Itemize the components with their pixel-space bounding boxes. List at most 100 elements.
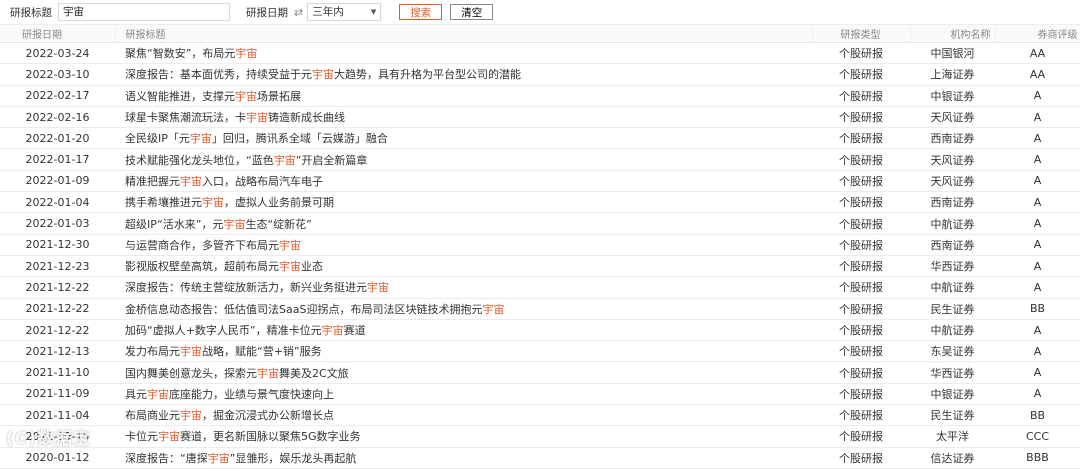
cell-title[interactable]: 深度报告：“唐探宇宙”显雏形，娱乐龙头再起航 xyxy=(115,447,812,469)
cell-org: 中航证券 xyxy=(910,276,995,299)
title-text: 业态 xyxy=(301,260,323,274)
table-row[interactable]: 2021-12-22 深度报告：传统主营绽放新活力，新兴业务挺进元宇宙 个股研报 中航… xyxy=(0,276,1080,299)
cell-title[interactable]: 卡位元宇宙赛道，更名新国脉以聚焦5G数字业务 xyxy=(115,425,812,448)
title-text: 布局商业元 xyxy=(125,409,180,423)
header-type[interactable]: 研报类型 xyxy=(811,25,910,43)
cell-type: 个股研报 xyxy=(812,170,910,193)
cell-rating: BB xyxy=(995,404,1080,427)
cell-org: 天风证券 xyxy=(910,106,995,129)
cell-title[interactable]: 具元宇宙底座能力，业绩与景气度快速向上 xyxy=(115,383,812,406)
table-row[interactable]: 2021-11-09 具元宇宙底座能力，业绩与景气度快速向上 个股研报 中银证券 A xyxy=(0,383,1080,406)
table-row[interactable]: 2021-11-10 国内舞美创意龙头，探索元宇宙舞美及2C文旅 个股研报 华西证券 A xyxy=(0,361,1080,384)
cell-title[interactable]: 球星卡聚焦潮流玩法，卡宇宙铸造新成长曲线 xyxy=(115,106,812,129)
title-highlight: 宇宙 xyxy=(202,196,224,210)
cell-type: 个股研报 xyxy=(812,255,910,278)
cell-org: 中航证券 xyxy=(910,319,995,342)
table-row[interactable]: 2022-02-17 语义智能推进，支撑元宇宙场景拓展 个股研报 中银证券 A xyxy=(0,85,1080,107)
title-text: 卡位元 xyxy=(125,430,158,444)
cell-title[interactable]: 精准把握元宇宙入口，战略布局汽车电子 xyxy=(115,170,812,193)
title-highlight: 宇宙 xyxy=(257,366,279,380)
cell-org: 信达证券 xyxy=(910,447,995,469)
table-row[interactable]: 2021-12-22 加码“虚拟人+数字人民币”，精准卡位元宇宙赛道 个股研报 中航证… xyxy=(0,319,1080,342)
clear-button[interactable]: 清空 xyxy=(450,4,494,20)
cell-title[interactable]: 语义智能推进，支撑元宇宙场景拓展 xyxy=(115,85,812,107)
swap-icon[interactable]: ⇄ xyxy=(294,6,303,19)
header-rating[interactable]: 券商评级 xyxy=(994,25,1080,43)
title-highlight: 宇宙 xyxy=(279,238,301,252)
title-text: 影视版权壁垒高筑，超前布局元 xyxy=(125,260,279,274)
title-text: 球星卡聚焦潮流玩法，卡 xyxy=(125,111,246,125)
table-row[interactable]: 2020-01-12 深度报告：“唐探宇宙”显雏形，娱乐龙头再起航 个股研报 信达证券… xyxy=(0,447,1080,469)
cell-title[interactable]: 技术赋能强化龙头地位，“蓝色宇宙”开启全新篇章 xyxy=(115,148,812,171)
cell-date: 2021-12-22 xyxy=(0,276,115,299)
table-row[interactable]: 2022-01-17 技术赋能强化龙头地位，“蓝色宇宙”开启全新篇章 个股研报 天风证… xyxy=(0,148,1080,171)
title-filter-input[interactable]: 宇宙 xyxy=(58,3,230,21)
header-org[interactable]: 机构名称 xyxy=(909,25,995,43)
table-row[interactable]: 2022-01-03 超级IP“活水来”，元宇宙生态“绽新花” 个股研报 中航证券 A xyxy=(0,212,1080,235)
cell-rating: CCC xyxy=(995,425,1080,448)
cell-type: 个股研报 xyxy=(812,191,910,214)
cell-title[interactable]: 布局商业元宇宙，掘金沉浸式办公新增长点 xyxy=(115,404,812,427)
date-range-select[interactable]: 三年内 ▼ xyxy=(307,3,382,21)
title-text: 赛道，更名新国脉以聚焦5G数字业务 xyxy=(180,430,361,444)
search-button[interactable]: 搜索 xyxy=(399,4,443,20)
cell-title[interactable]: 超级IP“活水来”，元宇宙生态“绽新花” xyxy=(115,212,812,235)
table-row[interactable]: 2021-09-15 卡位元宇宙赛道，更名新国脉以聚焦5G数字业务 个股研报 太平洋 C… xyxy=(0,425,1080,448)
title-highlight: 宇宙 xyxy=(246,111,268,125)
cell-title[interactable]: 发力布局元宇宙战略，赋能“营+销”服务 xyxy=(115,340,812,363)
cell-rating: A xyxy=(995,255,1080,278)
cell-org: 民生证券 xyxy=(910,298,995,320)
title-highlight: 宇宙 xyxy=(273,153,296,167)
table-row[interactable]: 2021-12-22 金桥信息动态报告：低估值司法SaaS迎拐点，布局司法区块链技… xyxy=(0,298,1080,320)
cell-type: 个股研报 xyxy=(812,106,910,129)
table-row[interactable]: 2021-11-04 布局商业元宇宙，掘金沉浸式办公新增长点 个股研报 民生证券 BB xyxy=(0,404,1080,427)
cell-type: 个股研报 xyxy=(812,63,910,86)
cell-date: 2021-11-09 xyxy=(0,383,115,406)
title-text: 铸造新成长曲线 xyxy=(268,111,345,125)
title-highlight: 宇宙 xyxy=(312,68,334,82)
table-row[interactable]: 2022-01-20 全民级IP「元宇宙」回归，腾讯系全域「云媒游」融合 个股研报西… xyxy=(0,127,1080,150)
table-row[interactable]: 2021-12-30 与运营商合作，多管齐下布局元宇宙 个股研报 西南证券 A xyxy=(0,234,1080,256)
title-text: 」回归，腾讯系全域「云媒游」融合 xyxy=(211,132,388,146)
header-date[interactable]: 研报日期 xyxy=(0,25,115,43)
table-row[interactable]: 2021-12-23 影视版权壁垒高筑，超前布局元宇宙业态 个股研报 华西证券 A xyxy=(0,255,1080,278)
cell-title[interactable]: 加码“虚拟人+数字人民币”，精准卡位元宇宙赛道 xyxy=(115,319,812,342)
title-highlight: 宇宙 xyxy=(367,281,389,295)
title-text: 大趋势，具有升格为平台型公司的潜能 xyxy=(334,68,521,82)
cell-title[interactable]: 深度报告：基本面优秀，持续受益于元宇宙大趋势，具有升格为平台型公司的潜能 xyxy=(115,63,812,86)
table-row[interactable]: 2022-01-04 携手希壤推进元宇宙，虚拟人业务前景可期 个股研报 西南证券 A xyxy=(0,191,1080,214)
title-highlight: 宇宙 xyxy=(207,451,230,465)
cell-title[interactable]: 深度报告：传统主营绽放新活力，新兴业务挺进元宇宙 xyxy=(115,276,812,299)
title-text: 全民级IP「元 xyxy=(125,132,190,146)
title-text: ，虚拟人业务前景可期 xyxy=(224,196,334,210)
cell-type: 个股研报 xyxy=(812,404,910,427)
cell-title[interactable]: 携手希壤推进元宇宙，虚拟人业务前景可期 xyxy=(115,191,812,214)
cell-rating: A xyxy=(995,234,1080,256)
cell-org: 华西证券 xyxy=(910,255,995,278)
cell-org: 中银证券 xyxy=(910,85,995,107)
header-title[interactable]: 研报标题 xyxy=(114,25,812,43)
title-text: 入口，战略布局汽车电子 xyxy=(202,174,323,188)
cell-title[interactable]: 与运营商合作，多管齐下布局元宇宙 xyxy=(115,234,812,256)
table-row[interactable]: 2022-01-09 精准把握元宇宙入口，战略布局汽车电子 个股研报 天风证券 A xyxy=(0,170,1080,193)
cell-org: 华西证券 xyxy=(910,361,995,384)
table-row[interactable]: 2022-03-24 聚焦“智数安”，布局元宇宙 个股研报 中国银河 AA xyxy=(0,42,1080,65)
title-text: 赛道 xyxy=(343,324,366,337)
table-row[interactable]: 2021-12-13 发力布局元宇宙战略，赋能“营+销”服务 个股研报 东吴证券 A xyxy=(0,340,1080,363)
cell-type: 个股研报 xyxy=(812,85,910,107)
title-text: 深度报告：基本面优秀，持续受益于元 xyxy=(125,68,312,82)
title-text: 场景拓展 xyxy=(257,89,301,103)
cell-rating: A xyxy=(995,319,1080,342)
title-highlight: 宇宙 xyxy=(189,132,212,146)
cell-rating: A xyxy=(995,212,1080,235)
cell-rating: A xyxy=(995,276,1080,299)
cell-title[interactable]: 影视版权壁垒高筑，超前布局元宇宙业态 xyxy=(115,255,812,278)
cell-date: 2022-01-09 xyxy=(0,170,115,193)
cell-title[interactable]: 全民级IP「元宇宙」回归，腾讯系全域「云媒游」融合 xyxy=(115,127,812,150)
table-row[interactable]: 2022-03-10 深度报告：基本面优秀，持续受益于元宇宙大趋势，具有升格为平台… xyxy=(0,63,1080,86)
cell-title[interactable]: 金桥信息动态报告：低估值司法SaaS迎拐点，布局司法区块链技术拥抱元宇宙 xyxy=(115,298,812,320)
cell-title[interactable]: 国内舞美创意龙头，探索元宇宙舞美及2C文旅 xyxy=(115,361,812,384)
cell-type: 个股研报 xyxy=(812,212,910,235)
table-row[interactable]: 2022-02-16 球星卡聚焦潮流玩法，卡宇宙铸造新成长曲线 个股研报 天风证券 A xyxy=(0,106,1080,129)
cell-title[interactable]: 聚焦“智数安”，布局元宇宙 xyxy=(115,42,812,65)
